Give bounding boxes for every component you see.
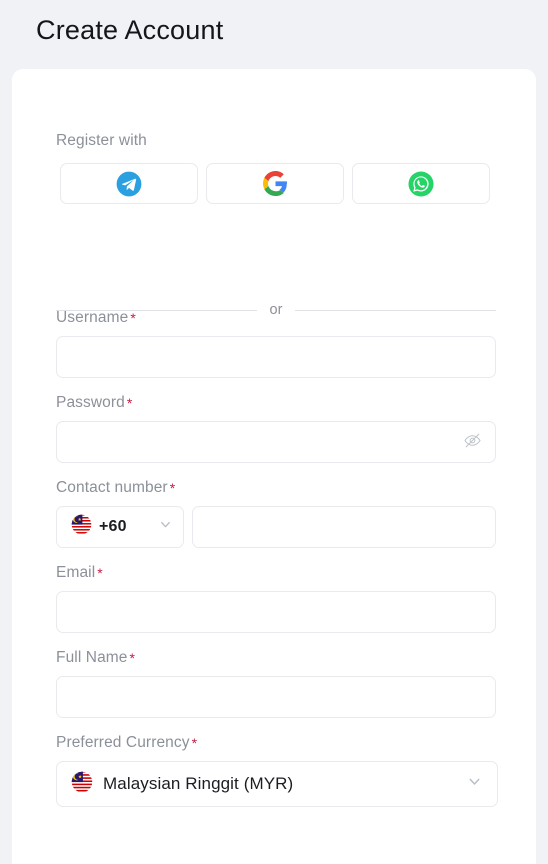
- email-label-text: Email: [56, 564, 96, 581]
- registration-form: Username * Password * Contact number * +…: [56, 307, 508, 807]
- required-asterisk: *: [191, 735, 198, 751]
- chevron-down-icon: [158, 517, 173, 537]
- preferred-currency-label-text: Preferred Currency: [56, 734, 190, 751]
- register-with-google-button[interactable]: [206, 163, 344, 204]
- field-username: Username *: [56, 307, 508, 378]
- register-with-whatsapp-button[interactable]: [352, 163, 490, 204]
- malaysia-flag-icon: [71, 514, 92, 540]
- registration-card: Register with or Username * Password * C…: [12, 69, 536, 864]
- required-asterisk: *: [97, 565, 103, 581]
- malaysia-flag-icon: [71, 771, 93, 798]
- contact-number-label: Contact number *: [56, 477, 508, 498]
- email-input[interactable]: [56, 591, 496, 633]
- contact-number-row: +60: [56, 506, 508, 548]
- password-label: Password *: [56, 392, 508, 413]
- password-label-text: Password: [56, 394, 125, 411]
- username-input[interactable]: [56, 336, 496, 378]
- username-label: Username *: [56, 307, 508, 328]
- required-asterisk: *: [129, 650, 136, 666]
- required-asterisk: *: [169, 480, 176, 496]
- username-label-text: Username: [56, 309, 129, 326]
- toggle-password-visibility-button[interactable]: [461, 431, 483, 453]
- contact-number-label-text: Contact number: [56, 479, 168, 496]
- register-with-label: Register with: [56, 132, 147, 149]
- required-asterisk: *: [126, 395, 133, 411]
- contact-number-input[interactable]: [192, 506, 496, 548]
- preferred-currency-label: Preferred Currency *: [56, 732, 508, 753]
- register-with-telegram-button[interactable]: [60, 163, 198, 204]
- required-asterisk: *: [130, 310, 136, 326]
- full-name-label: Full Name *: [56, 647, 508, 668]
- field-preferred-currency: Preferred Currency * Malaysian Ringgit (…: [56, 732, 508, 807]
- chevron-down-icon: [466, 773, 483, 795]
- email-label: Email *: [56, 562, 508, 583]
- password-input[interactable]: [56, 421, 496, 463]
- field-password: Password *: [56, 392, 508, 463]
- social-login-row: [60, 163, 490, 204]
- full-name-label-text: Full Name: [56, 649, 128, 666]
- country-code-value: +60: [99, 518, 127, 535]
- google-icon: [262, 171, 288, 196]
- full-name-input[interactable]: [56, 676, 496, 718]
- eye-off-icon: [463, 431, 482, 453]
- preferred-currency-value: Malaysian Ringgit (MYR): [103, 774, 294, 793]
- password-input-wrapper: [56, 421, 496, 463]
- preferred-currency-select[interactable]: Malaysian Ringgit (MYR): [56, 761, 498, 807]
- create-account-page: Create Account Register with or Username…: [0, 0, 548, 864]
- telegram-icon: [116, 171, 142, 197]
- country-code-select[interactable]: +60: [56, 506, 184, 548]
- page-title: Create Account: [36, 15, 224, 45]
- field-contact-number: Contact number * +60: [56, 477, 508, 548]
- field-email: Email *: [56, 562, 508, 633]
- whatsapp-icon: [408, 170, 434, 197]
- field-full-name: Full Name *: [56, 647, 508, 718]
